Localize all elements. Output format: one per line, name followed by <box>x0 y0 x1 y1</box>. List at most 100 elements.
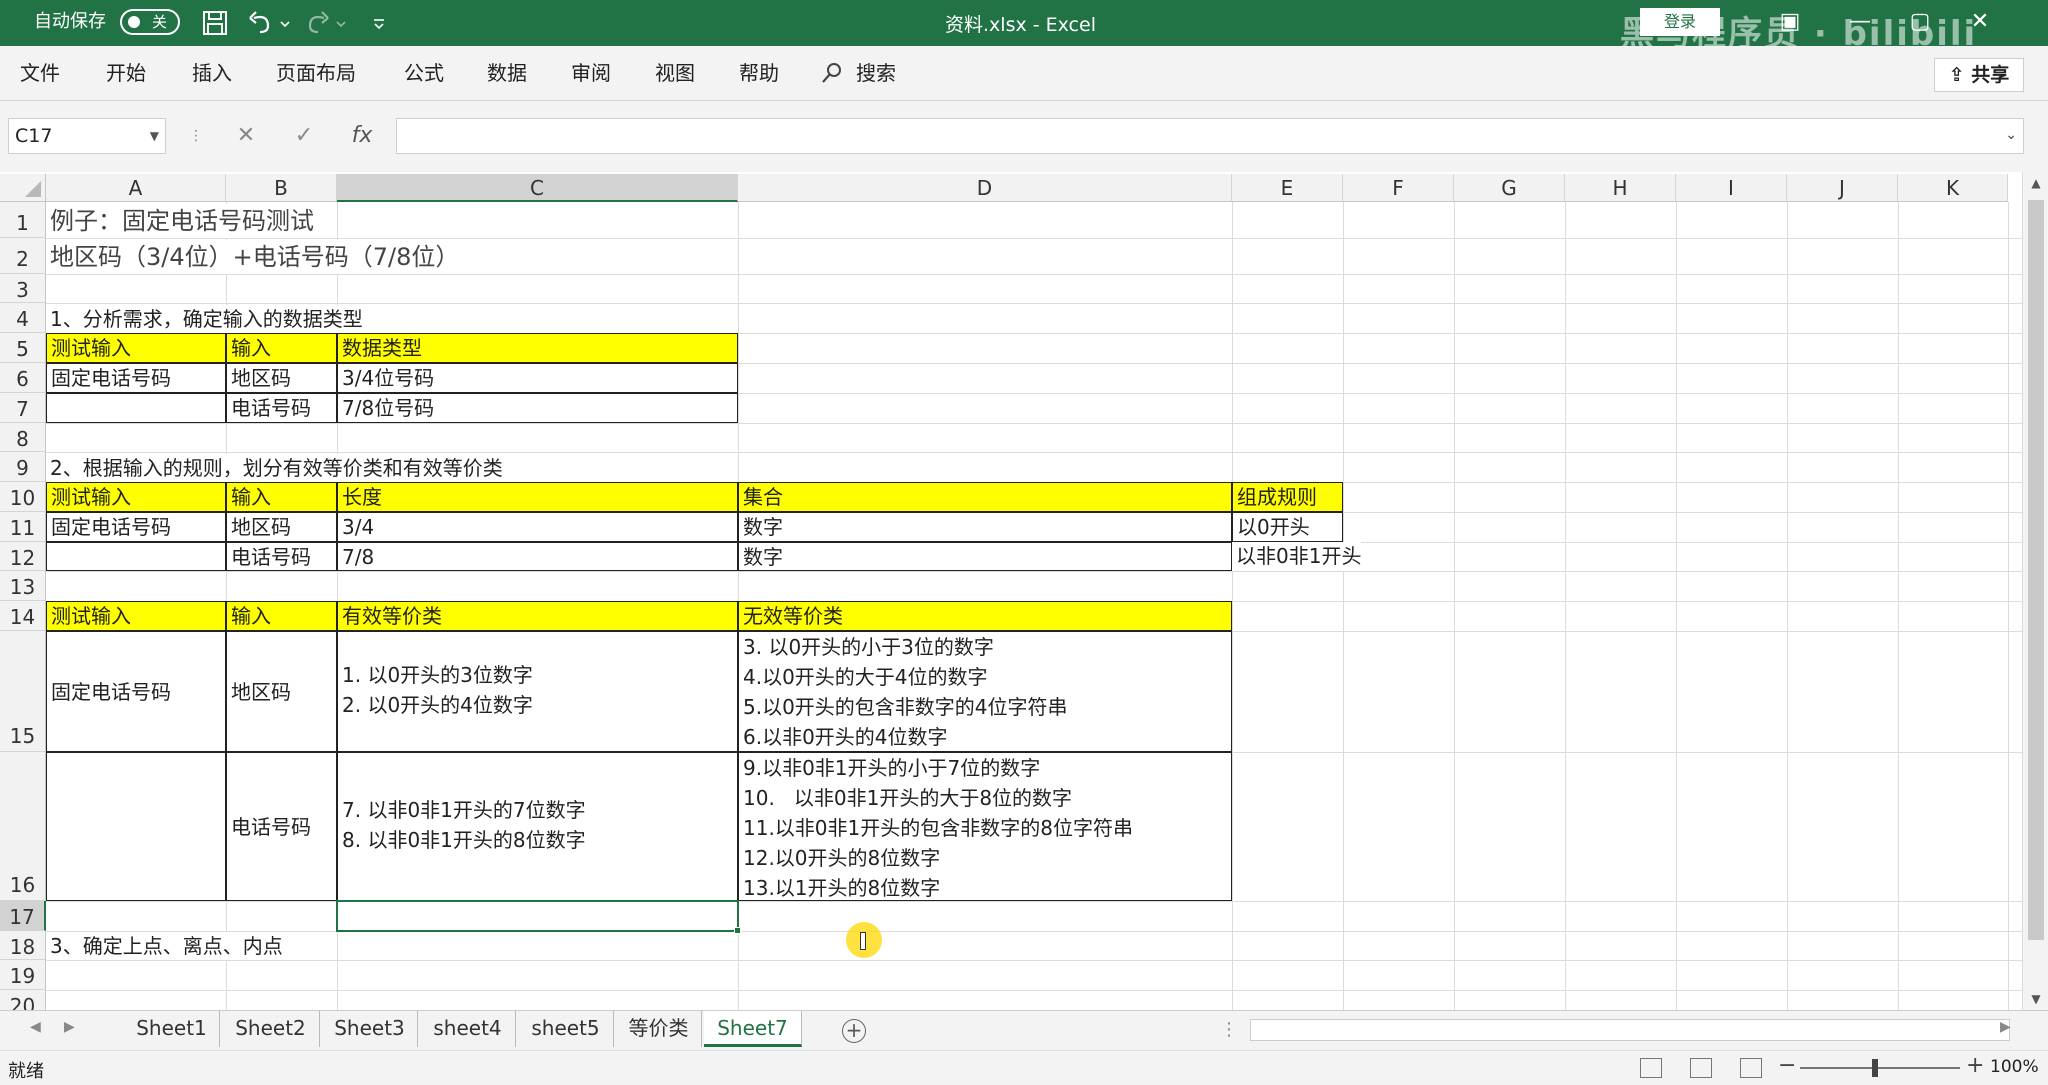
cell-c17-selected[interactable] <box>336 900 739 932</box>
cell-a10[interactable]: 测试输入 <box>46 482 226 512</box>
column-header-d[interactable]: D <box>738 174 1232 202</box>
scroll-down-icon[interactable]: ▼ <box>2023 992 2048 1006</box>
column-header-a[interactable]: A <box>46 174 226 202</box>
cell-c7[interactable]: 7/8位号码 <box>337 393 738 423</box>
cell-d16[interactable]: 9.以非0非1开头的小于7位的数字 10. 以非0非1开头的大于8位的数字 11… <box>738 752 1232 901</box>
column-header-b[interactable]: B <box>226 174 337 202</box>
column-header-h[interactable]: H <box>1565 174 1676 202</box>
chevron-down-icon[interactable]: ▼ <box>150 119 159 153</box>
sheet-tab-sheet3[interactable]: Sheet3 <box>322 1011 418 1047</box>
normal-view-icon[interactable] <box>1640 1058 1662 1078</box>
expand-formula-icon[interactable]: ⌄ <box>2005 127 2017 143</box>
sheet-tab-sheet7[interactable]: Sheet7 <box>704 1011 802 1047</box>
tab-file[interactable]: 文件 <box>20 60 60 86</box>
autosave-toggle[interactable]: 关 <box>120 9 180 35</box>
cell-d10[interactable]: 集合 <box>738 482 1232 512</box>
save-icon[interactable] <box>200 8 230 38</box>
row-header-8[interactable]: 8 <box>0 423 46 452</box>
name-box[interactable]: C17 ▼ <box>8 118 166 154</box>
sheet-tab-equivalence[interactable]: 等价类 <box>616 1011 702 1047</box>
sheet-tab-sheet5[interactable]: sheet5 <box>518 1011 614 1047</box>
page-layout-view-icon[interactable] <box>1690 1058 1712 1078</box>
add-sheet-button[interactable]: + <box>842 1019 866 1043</box>
sheet-tab-sheet2[interactable]: Sheet2 <box>222 1011 320 1047</box>
spreadsheet-grid[interactable]: A B C D E F G H I J K 1 2 3 4 5 6 7 8 9 … <box>0 172 2048 1010</box>
zoom-slider[interactable] <box>1800 1067 1960 1069</box>
share-button[interactable]: ⇪ 共享 <box>1934 58 2024 92</box>
sheet-tab-sheet4[interactable]: sheet4 <box>420 1011 516 1047</box>
tab-formulas[interactable]: 公式 <box>404 60 444 86</box>
row-header-2[interactable]: 2 <box>0 238 46 274</box>
tab-data[interactable]: 数据 <box>487 60 527 86</box>
column-header-e[interactable]: E <box>1232 174 1343 202</box>
cell-a2[interactable]: 地区码（3/4位）+电话号码（7/8位） <box>46 240 460 274</box>
row-header-13[interactable]: 13 <box>0 571 46 601</box>
cell-d11[interactable]: 数字 <box>738 512 1232 542</box>
scroll-right-icon[interactable]: ▶ <box>2000 1019 2011 1035</box>
cell-c15[interactable]: 1. 以0开头的3位数字 2. 以0开头的4位数字 <box>337 631 738 752</box>
row-header-9[interactable]: 9 <box>0 452 46 482</box>
row-header-17[interactable]: 17 <box>0 901 46 931</box>
tab-page-layout[interactable]: 页面布局 <box>276 60 356 86</box>
tab-view[interactable]: 视图 <box>655 60 695 86</box>
redo-dropdown-icon[interactable] <box>334 8 348 38</box>
zoom-out-icon[interactable]: − <box>1778 1053 1796 1078</box>
undo-dropdown-icon[interactable] <box>278 8 292 38</box>
redo-icon[interactable] <box>302 8 332 38</box>
search-icon[interactable] <box>820 61 844 85</box>
prev-sheet-icon[interactable]: ◀ <box>30 1019 41 1035</box>
column-header-k[interactable]: K <box>1898 174 2008 202</box>
cell-a5[interactable]: 测试输入 <box>46 333 226 363</box>
sheet-tab-sheet1[interactable]: Sheet1 <box>124 1011 220 1047</box>
row-header-4[interactable]: 4 <box>0 303 46 333</box>
row-header-14[interactable]: 14 <box>0 601 46 631</box>
column-header-c[interactable]: C <box>337 174 738 202</box>
maximize-icon[interactable]: ▢ <box>1900 8 1940 36</box>
minimize-icon[interactable]: — <box>1840 8 1880 36</box>
vertical-scrollbar[interactable]: ▲ ▼ <box>2022 172 2048 1010</box>
column-header-f[interactable]: F <box>1343 174 1454 202</box>
tab-review[interactable]: 审阅 <box>571 60 611 86</box>
cell-b5[interactable]: 输入 <box>226 333 337 363</box>
row-header-1[interactable]: 1 <box>0 202 46 238</box>
row-header-16[interactable]: 16 <box>0 752 46 901</box>
row-header-15[interactable]: 15 <box>0 631 46 752</box>
customize-toolbar-icon[interactable] <box>370 8 388 38</box>
tab-insert[interactable]: 插入 <box>192 60 232 86</box>
next-sheet-icon[interactable]: ▶ <box>64 1019 75 1035</box>
cell-d12[interactable]: 数字 <box>738 542 1232 571</box>
cell-e10[interactable]: 组成规则 <box>1232 482 1343 512</box>
cell-c5[interactable]: 数据类型 <box>337 333 738 363</box>
cell-c16[interactable]: 7. 以非0非1开头的7位数字 8. 以非0非1开头的8位数字 <box>337 752 738 901</box>
row-header-11[interactable]: 11 <box>0 512 46 542</box>
cell-b15[interactable]: 地区码 <box>226 631 337 752</box>
row-header-12[interactable]: 12 <box>0 542 46 571</box>
cell-a4[interactable]: 1、分析需求，确定输入的数据类型 <box>46 305 363 333</box>
cell-a12[interactable] <box>46 542 226 571</box>
row-header-7[interactable]: 7 <box>0 393 46 423</box>
tab-home[interactable]: 开始 <box>106 60 146 86</box>
cell-b11[interactable]: 地区码 <box>226 512 337 542</box>
cell-a6[interactable]: 固定电话号码 <box>46 363 226 393</box>
cell-b7[interactable]: 电话号码 <box>226 393 337 423</box>
cell-c12[interactable]: 7/8 <box>337 542 738 571</box>
cell-b16[interactable]: 电话号码 <box>226 752 337 901</box>
column-header-i[interactable]: I <box>1676 174 1787 202</box>
enter-icon[interactable]: ✓ <box>284 118 324 154</box>
cell-e11[interactable]: 以0开头 <box>1232 512 1343 542</box>
close-icon[interactable]: ✕ <box>1960 8 2000 36</box>
tab-help[interactable]: 帮助 <box>739 60 779 86</box>
row-header-18[interactable]: 18 <box>0 931 46 960</box>
cell-a18[interactable]: 3、确定上点、离点、内点 <box>46 932 283 960</box>
row-header-5[interactable]: 5 <box>0 333 46 363</box>
row-header-6[interactable]: 6 <box>0 363 46 393</box>
cell-e12[interactable]: 以非0非1开头 <box>1232 542 1362 571</box>
select-all-corner[interactable] <box>0 174 46 202</box>
row-header-20[interactable]: 20 <box>0 990 46 1010</box>
login-button[interactable]: 登录 <box>1640 8 1720 36</box>
cell-a16[interactable] <box>46 752 226 901</box>
fill-handle[interactable] <box>734 927 741 934</box>
scroll-up-icon[interactable]: ▲ <box>2023 176 2048 190</box>
formula-input[interactable]: ⌄ <box>396 118 2024 154</box>
cell-c11[interactable]: 3/4 <box>337 512 738 542</box>
